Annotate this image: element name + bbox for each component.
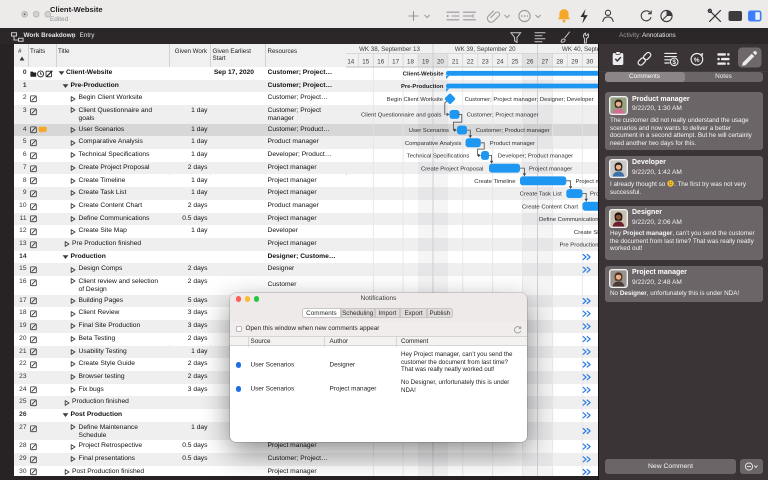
svg-text:%: % bbox=[693, 57, 699, 64]
svg-text:$: $ bbox=[672, 59, 676, 66]
